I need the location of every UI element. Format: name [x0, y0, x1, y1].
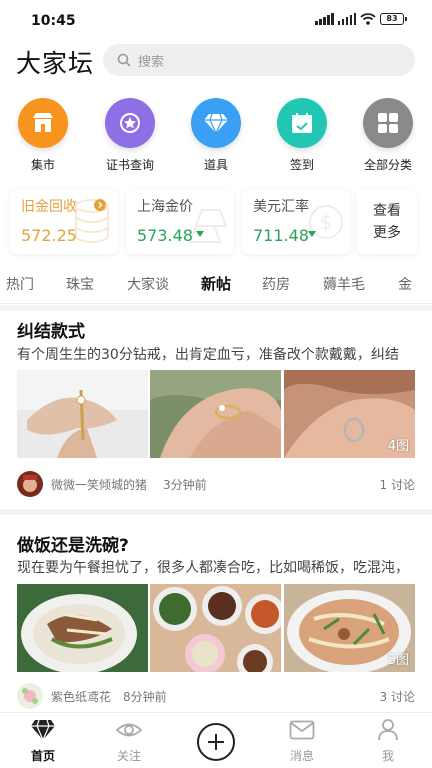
svg-text:$: $: [320, 210, 333, 234]
app-header: 大家坛 搜索: [0, 42, 432, 82]
nav-messages[interactable]: 消息: [267, 719, 337, 764]
search-bar[interactable]: 搜索: [103, 44, 415, 76]
tab-hot[interactable]: 热门: [6, 274, 34, 294]
quick-link-label: 集市: [30, 158, 55, 172]
grid-icon: [363, 98, 413, 148]
post-title: 纠结款式: [17, 322, 85, 342]
mail-icon: [289, 720, 315, 740]
price-cards: 旧金回收 572.25 上海金价 573.48 $ 美元汇率 711.48 查看…: [0, 190, 432, 256]
search-icon: [117, 53, 131, 67]
card-gold-recycle[interactable]: 旧金回收 572.25: [10, 190, 118, 254]
triangle-down-icon: [308, 231, 316, 237]
signal-icon-2: [337, 13, 356, 25]
diamond-icon: [191, 98, 241, 148]
quick-link-props[interactable]: 道具: [176, 98, 256, 173]
shop-icon: [18, 98, 68, 148]
avatar[interactable]: [17, 471, 43, 497]
avatar[interactable]: [17, 683, 43, 709]
post-discussions: 3 讨论: [379, 690, 415, 704]
status-time: 10:45: [31, 13, 76, 29]
post-meta: 紫色纸鸢花 8分钟前 3 讨论: [17, 683, 415, 709]
card-usd-rate[interactable]: $ 美元汇率 711.48: [242, 190, 350, 254]
nav-me[interactable]: 我: [353, 719, 423, 764]
nav-label: 我: [381, 749, 394, 763]
image-count: 5图: [387, 653, 409, 668]
quick-link-label: 全部分类: [363, 158, 412, 172]
post-title: 做饭还是洗碗?: [17, 536, 129, 556]
user-icon: [378, 719, 398, 741]
quick-link-label: 道具: [203, 158, 228, 172]
app-logo: 大家坛: [16, 49, 95, 78]
post-images: 4图: [17, 370, 415, 458]
quick-link-checkin[interactable]: 签到: [262, 98, 342, 173]
nav-home[interactable]: 首页: [8, 719, 78, 764]
tab-deals[interactable]: 薅羊毛: [323, 274, 365, 294]
quick-link-all-categories[interactable]: 全部分类: [348, 98, 428, 173]
plus-icon[interactable]: [197, 723, 235, 761]
post-time: 8分钟前: [123, 690, 167, 704]
card-value: 711.48: [253, 226, 309, 245]
quick-link-market[interactable]: 集市: [3, 98, 83, 173]
card-value: 573.48: [137, 226, 193, 245]
post-discussions: 1 讨论: [379, 478, 415, 492]
view-more-line1: 查看: [373, 203, 401, 219]
image-count: 4图: [387, 439, 409, 454]
tab-discussion[interactable]: 大家谈: [127, 274, 169, 294]
card-shanghai-gold[interactable]: 上海金价 573.48: [126, 190, 234, 254]
post-author[interactable]: 紫色纸鸢花: [51, 688, 111, 705]
quick-link-label: 证书查询: [105, 158, 154, 172]
calendar-check-icon: [277, 98, 327, 148]
post-excerpt: 有个周生生的30分钻戒，出肯定血亏，准备改个款戴戴，纠结: [17, 347, 399, 363]
status-bar: 10:45 83: [0, 0, 432, 40]
post-images: 5图: [17, 584, 415, 672]
card-title: 旧金回收: [21, 199, 77, 215]
bottom-nav: 首页 关注 消息 我: [0, 712, 432, 768]
post-image[interactable]: 5图: [284, 584, 415, 672]
post-image[interactable]: [17, 370, 148, 458]
card-title: 上海金价: [137, 199, 193, 215]
eye-icon: [115, 723, 143, 737]
tab-new-posts[interactable]: 新帖: [201, 273, 231, 294]
post-author[interactable]: 微微一笑倾城的猪: [51, 476, 147, 493]
post-image[interactable]: [150, 370, 281, 458]
post-meta: 微微一笑倾城的猪 3分钟前 1 讨论: [17, 471, 415, 497]
view-more-line2: 更多: [373, 225, 401, 241]
quick-link-certificate[interactable]: 证书查询: [90, 98, 170, 173]
nav-label: 关注: [116, 749, 141, 763]
post-card[interactable]: 做饭还是洗碗? 现在要为午餐担忧了，很多人都凑合吃，比如喝稀饭，吃混沌， 5图 …: [0, 515, 432, 712]
tab-jewelry[interactable]: 珠宝: [66, 274, 94, 294]
quick-link-label: 签到: [289, 158, 314, 172]
tab-gold[interactable]: 金: [398, 274, 412, 294]
wifi-icon: [360, 13, 376, 25]
gold-bar-icon: [188, 209, 228, 243]
post-card[interactable]: 纠结款式 有个周生生的30分钻戒，出肯定血亏，准备改个款戴戴，纠结 4图 微微一…: [0, 311, 432, 509]
coin-stack-icon: [75, 199, 109, 243]
nav-label: 首页: [30, 749, 55, 763]
search-placeholder: 搜索: [138, 54, 165, 70]
diamond-home-icon: [31, 719, 55, 741]
certificate-star-icon: [105, 98, 155, 148]
post-time: 3分钟前: [163, 478, 207, 492]
post-image[interactable]: [150, 584, 281, 672]
post-excerpt: 现在要为午餐担忧了，很多人都凑合吃，比如喝稀饭，吃混沌，: [17, 560, 409, 576]
triangle-down-icon: [196, 231, 204, 237]
dollar-coin-icon: $: [309, 205, 343, 239]
signal-icon: [315, 13, 334, 25]
quick-links: 集市 证书查询 道具 签到 全部分类: [0, 98, 432, 178]
nav-follow[interactable]: 关注: [94, 719, 164, 764]
nav-label: 消息: [289, 749, 314, 763]
chevron-right-icon: [94, 199, 106, 211]
post-image[interactable]: 4图: [284, 370, 415, 458]
battery-icon: 83: [380, 13, 407, 25]
view-more-button[interactable]: 查看 更多: [357, 190, 417, 254]
card-value: 572.25: [21, 226, 77, 245]
tab-pharmacy[interactable]: 药房: [262, 274, 290, 294]
post-image[interactable]: [17, 584, 148, 672]
card-title: 美元汇率: [253, 199, 309, 215]
category-tabs: 热门 珠宝 大家谈 新帖 药房 薅羊毛 金: [0, 264, 432, 304]
status-icons: 83: [315, 13, 407, 25]
